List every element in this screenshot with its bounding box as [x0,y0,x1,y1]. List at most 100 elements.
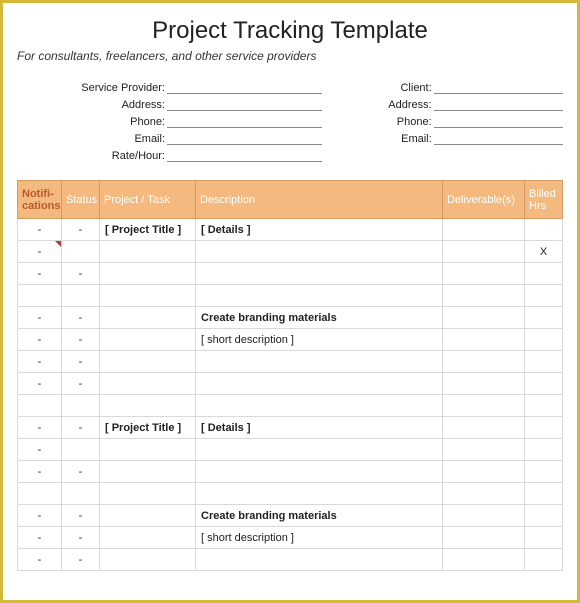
cell-deliverables [443,329,525,351]
cell-project [100,439,196,461]
cell-project: [ Project Title ] [100,417,196,439]
cell-deliverables [443,263,525,285]
cell-notif: - [18,263,62,285]
cell-project [100,285,196,307]
cell-project [100,373,196,395]
cell-project [100,483,196,505]
cell-notif [18,395,62,417]
cell-deliverables [443,483,525,505]
table-row: -- Create branding materials [18,307,563,329]
cell-notif: - [18,307,62,329]
cell-description [196,351,443,373]
label-client: Client: [334,82,434,94]
cell-status [62,241,100,263]
label-rate: Rate/Hour: [17,150,167,162]
line-client-phone [434,116,563,128]
cell-status: - [62,307,100,329]
cell-description [196,439,443,461]
cell-status: - [62,373,100,395]
cell-project [100,351,196,373]
table-row: --[ Project Title ][ Details ] [18,219,563,241]
cell-deliverables [443,505,525,527]
label-phone: Phone: [17,116,167,128]
cell-notif: - [18,527,62,549]
cell-status: - [62,329,100,351]
cell-billed-hrs [525,461,563,483]
line-client-email [434,133,563,145]
cell-deliverables [443,219,525,241]
label-client-address: Address: [334,99,434,111]
cell-notif: - [18,219,62,241]
cell-description: [ Details ] [196,219,443,241]
cell-description [196,241,443,263]
cell-description [196,549,443,571]
cell-deliverables [443,373,525,395]
cell-status: - [62,527,100,549]
cell-description [196,285,443,307]
cell-deliverables [443,395,525,417]
table-row [18,395,563,417]
line-client-address [434,99,563,111]
cell-notif: - [18,351,62,373]
cell-description [196,263,443,285]
label-client-phone: Phone: [334,116,434,128]
header-description: Description [196,181,443,219]
cell-deliverables [443,351,525,373]
header-status: Status [62,181,100,219]
line-email [167,133,322,145]
cell-project [100,241,196,263]
cell-project [100,307,196,329]
header-deliverables: Deliverable(s) [443,181,525,219]
cell-status: - [62,461,100,483]
table-row: -- [18,461,563,483]
cell-description [196,483,443,505]
line-address [167,99,322,111]
cell-notif: - [18,505,62,527]
cell-billed-hrs [525,439,563,461]
table-row [18,285,563,307]
project-table: Notifi-cations Status Project / Task Des… [17,180,563,571]
cell-notif: - [18,329,62,351]
cell-status [62,439,100,461]
table-row: --[ short description ] [18,527,563,549]
cell-project: [ Project Title ] [100,219,196,241]
cell-notif: - [18,439,62,461]
cell-status [62,395,100,417]
table-row: -- [18,263,563,285]
line-rate [167,150,322,162]
cell-billed-hrs: X [525,241,563,263]
page-subtitle: For consultants, freelancers, and other … [17,49,563,63]
cell-deliverables [443,285,525,307]
cell-notif: - [18,549,62,571]
page-title: Project Tracking Template [17,17,563,45]
table-row: -- [18,549,563,571]
cell-billed-hrs [525,527,563,549]
table-row: - [18,439,563,461]
cell-deliverables [443,307,525,329]
header-project-task: Project / Task [100,181,196,219]
cell-project [100,505,196,527]
cell-status: - [62,263,100,285]
table-row: -X [18,241,563,263]
cell-deliverables [443,461,525,483]
cell-notif: - [18,373,62,395]
cell-billed-hrs [525,417,563,439]
cell-description [196,373,443,395]
cell-description: Create branding materials [196,307,443,329]
cell-status: - [62,351,100,373]
cell-billed-hrs [525,395,563,417]
cell-status: - [62,505,100,527]
table-row: -- [18,351,563,373]
label-address: Address: [17,99,167,111]
header-notifications: Notifi-cations [18,181,62,219]
cell-project [100,263,196,285]
line-phone [167,116,322,128]
table-row [18,483,563,505]
cell-billed-hrs [525,219,563,241]
cell-description: [ Details ] [196,417,443,439]
cell-status [62,483,100,505]
info-section: Service Provider: Address: Phone: Email:… [17,77,563,162]
cell-notif: - [18,461,62,483]
cell-notif: - [18,241,62,263]
cell-billed-hrs [525,549,563,571]
